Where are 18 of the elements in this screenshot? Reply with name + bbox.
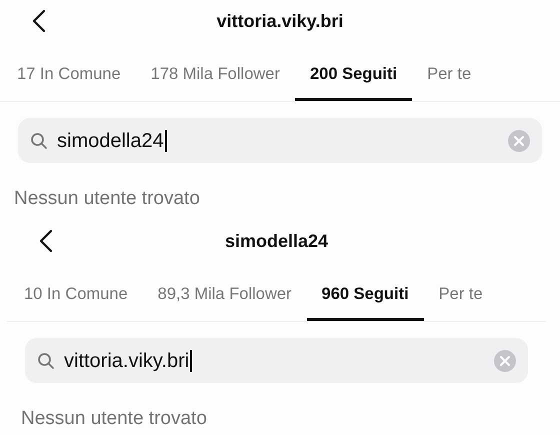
search-field[interactable]: simodella24 bbox=[18, 118, 542, 163]
search-icon bbox=[30, 132, 48, 150]
empty-result-message: Nessun utente trovato bbox=[21, 407, 207, 431]
search-field[interactable]: vittoria.viky.bri bbox=[25, 338, 528, 383]
tab[interactable]: 89,3 Mila Follower bbox=[142, 262, 307, 321]
tab[interactable]: 17 In Comune bbox=[2, 42, 136, 101]
tab[interactable]: 200 Seguiti bbox=[294, 42, 412, 101]
search-icon bbox=[37, 352, 55, 370]
tab[interactable]: 10 In Comune bbox=[9, 262, 143, 321]
tab[interactable]: Per te bbox=[424, 262, 498, 321]
profile-username: simodella24 bbox=[224, 230, 328, 252]
profile-username: vittoria.viky.bri bbox=[216, 10, 344, 33]
empty-result-message: Nessun utente trovato bbox=[14, 187, 200, 211]
back-icon[interactable] bbox=[39, 229, 53, 253]
back-icon[interactable] bbox=[32, 9, 46, 33]
tab[interactable]: Per te bbox=[412, 42, 486, 101]
tab[interactable]: 960 Seguiti bbox=[306, 262, 424, 321]
tab[interactable]: 178 Mila Follower bbox=[136, 42, 295, 101]
